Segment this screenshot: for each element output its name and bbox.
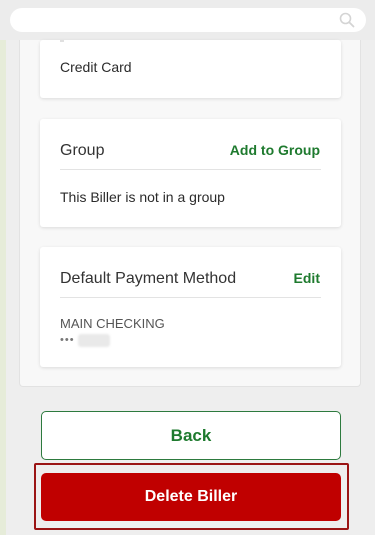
edit-payment-method-link[interactable]: Edit xyxy=(294,270,320,286)
top-search-bar xyxy=(0,0,375,40)
delete-biller-button[interactable]: Delete Biller xyxy=(41,473,341,521)
masked-account-number: ••• xyxy=(60,333,110,347)
group-card: Group Add to Group This Biller is not in… xyxy=(40,119,341,227)
back-button[interactable]: Back xyxy=(41,411,341,460)
redacted-account-digits xyxy=(77,333,110,347)
left-accent-strip xyxy=(0,40,6,535)
card-divider xyxy=(60,40,64,42)
group-status-text: This Biller is not in a group xyxy=(60,189,225,205)
default-payment-method-card: Default Payment Method Edit MAIN CHECKIN… xyxy=(40,247,341,367)
card-divider xyxy=(60,169,321,170)
account-name: MAIN CHECKING xyxy=(60,316,165,331)
default-payment-method-title: Default Payment Method xyxy=(60,270,237,287)
card-divider xyxy=(60,297,321,298)
payment-type-card: Credit Card xyxy=(40,40,341,98)
group-title: Group xyxy=(60,142,105,159)
search-icon[interactable] xyxy=(339,12,355,28)
account-mask-dots: ••• xyxy=(60,334,75,346)
search-input[interactable] xyxy=(10,8,366,32)
add-to-group-link[interactable]: Add to Group xyxy=(230,142,320,158)
payment-type-value: Credit Card xyxy=(60,59,132,75)
